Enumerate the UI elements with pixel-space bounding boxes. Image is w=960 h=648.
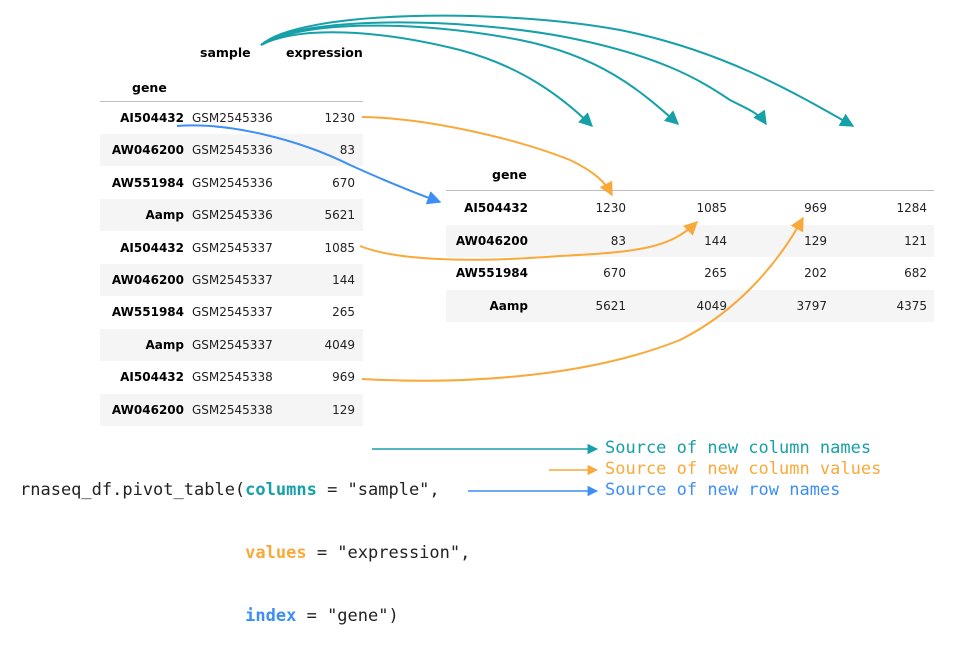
gene-cell: AW551984 <box>111 175 184 190</box>
expression-cell: 4049 <box>324 337 355 352</box>
long-table-row: AW046200 GSM2545338 129 <box>100 393 363 426</box>
code-arg-values: = "expression", <box>306 543 471 563</box>
expression-cell: 1230 <box>324 111 355 125</box>
wide-table-row: AW046200 83 144 129 121 <box>446 224 934 257</box>
gene-cell: AW046200 <box>455 233 528 248</box>
code-call: rnaseq_df.pivot_table( <box>20 480 246 500</box>
long-table-row: AI504432 GSM2545337 1085 <box>100 232 363 264</box>
long-table-row: Aamp GSM2545336 5621 <box>100 199 363 232</box>
expression-cell: 129 <box>332 402 355 417</box>
sample-cell: GSM2545337 <box>192 305 273 320</box>
sample-cell: GSM2545336 <box>192 175 273 190</box>
value-cell: 682 <box>904 266 927 280</box>
gene-cell: Aamp <box>145 208 184 223</box>
sample-cell: GSM2545336 <box>192 208 273 223</box>
wide-index-name: gene <box>492 167 527 182</box>
sample-cell: GSM2545338 <box>192 370 273 385</box>
note-columns: Source of new column names <box>605 438 872 458</box>
expression-cell: 670 <box>332 175 355 190</box>
code-arg-index: = "gene") <box>296 606 399 626</box>
expression-cell: 1085 <box>324 240 355 255</box>
gene-cell: AW046200 <box>111 143 184 158</box>
long-table-row: AW551984 GSM2545337 265 <box>100 296 363 328</box>
value-cell: 4375 <box>896 298 927 313</box>
value-cell: 202 <box>804 266 827 280</box>
note-index: Source of new row names <box>605 480 841 500</box>
sample-cell: GSM2545337 <box>192 273 273 287</box>
code-kw-columns: columns <box>245 480 317 500</box>
pivot-code: rnaseq_df.pivot_table(columns = "sample"… <box>20 438 470 648</box>
long-index-name: gene <box>132 80 167 95</box>
code-kw-values: values <box>245 543 307 563</box>
long-table-row: AI504432 GSM2545336 1230 <box>100 102 363 134</box>
wide-table-row: Aamp 5621 4049 3797 4375 <box>446 289 934 322</box>
sample-cell: GSM2545337 <box>192 240 273 255</box>
gene-cell: AW046200 <box>111 273 184 287</box>
value-cell: 129 <box>804 233 827 248</box>
expression-cell: 5621 <box>324 208 355 223</box>
code-arg-columns: = "sample", <box>316 480 440 500</box>
long-table-row: AW046200 GSM2545337 144 <box>100 264 363 296</box>
code-kw-index: index <box>245 606 297 626</box>
expression-cell: 83 <box>339 143 355 158</box>
long-table-row: AI504432 GSM2545338 969 <box>100 361 363 393</box>
gene-cell: AI504432 <box>464 201 528 215</box>
sample-cell: GSM2545336 <box>192 143 273 158</box>
wide-header-rule <box>446 190 934 191</box>
long-table-row: AW551984 GSM2545336 670 <box>100 167 363 199</box>
long-header-sample: sample <box>200 45 251 60</box>
value-cell: 1284 <box>896 201 927 215</box>
gene-cell: AW046200 <box>111 402 184 417</box>
value-cell: 5621 <box>595 298 626 313</box>
gene-cell: Aamp <box>489 298 528 313</box>
value-cell: 3797 <box>796 298 827 313</box>
value-cell: 1085 <box>696 201 727 215</box>
expression-cell: 969 <box>332 370 355 385</box>
value-cell: 670 <box>603 266 626 280</box>
sample-cell: GSM2545336 <box>192 111 273 125</box>
value-cell: 265 <box>704 266 727 280</box>
gene-cell: AI504432 <box>120 111 184 125</box>
value-cell: 144 <box>704 233 727 248</box>
sample-cell: GSM2545337 <box>192 337 273 352</box>
value-cell: 83 <box>610 233 626 248</box>
code-line-1: rnaseq_df.pivot_table(columns = "sample"… <box>20 480 470 501</box>
gene-cell: AI504432 <box>120 370 184 385</box>
value-cell: 4049 <box>696 298 727 313</box>
code-line-3: index = "gene") <box>20 606 470 627</box>
note-values: Source of new column values <box>605 459 882 479</box>
value-cell: 121 <box>904 233 927 248</box>
code-line-2: values = "expression", <box>20 543 470 564</box>
arrow-value-1230 <box>361 116 613 197</box>
long-header-expression: expression <box>286 45 363 60</box>
wide-table-row: AW551984 670 265 202 682 <box>446 257 934 289</box>
wide-table-row: AI504432 1230 1085 969 1284 <box>446 192 934 224</box>
expression-cell: 144 <box>332 273 355 287</box>
gene-cell: Aamp <box>145 337 184 352</box>
long-table-row: AW046200 GSM2545336 83 <box>100 134 363 167</box>
gene-cell: AW551984 <box>455 266 528 280</box>
value-cell: 969 <box>804 201 827 215</box>
gene-cell: AI504432 <box>120 240 184 255</box>
long-table-row: Aamp GSM2545337 4049 <box>100 328 363 361</box>
expression-cell: 265 <box>332 305 355 320</box>
value-cell: 1230 <box>595 201 626 215</box>
sample-cell: GSM2545338 <box>192 402 273 417</box>
gene-cell: AW551984 <box>111 305 184 320</box>
